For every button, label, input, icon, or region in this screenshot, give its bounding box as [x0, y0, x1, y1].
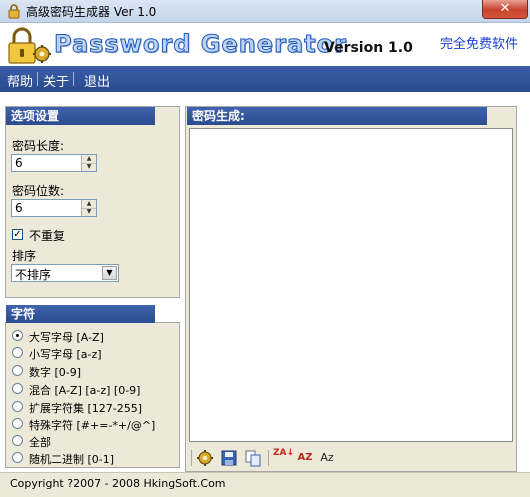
radio-label-all: 全部 [29, 436, 51, 449]
options-header: 选项设置 [6, 107, 155, 125]
no-repeat-checkbox[interactable]: ✓ [12, 229, 23, 240]
sort-select[interactable]: 不排序 ▼ [11, 264, 119, 282]
sort-az-icon[interactable]: AZ [296, 449, 314, 467]
radio-label-extended: 扩展字符集 [127-255] [29, 402, 143, 415]
stepper-buttons[interactable]: ▲ ▼ [81, 155, 96, 171]
close-button[interactable]: ✕ [482, 0, 528, 19]
generate-gear-icon[interactable] [196, 449, 214, 467]
password-length-label: 密码长度: [12, 139, 65, 153]
output-header: 密码生成: [187, 107, 487, 125]
password-output-textarea[interactable] [189, 128, 513, 442]
sort-select-value[interactable]: 不排序 [15, 266, 51, 283]
radio-lowercase[interactable] [12, 347, 23, 358]
sort-az-text[interactable]: AZ [298, 452, 313, 463]
radio-mixed[interactable] [12, 383, 23, 394]
radio-binary[interactable] [12, 452, 23, 463]
toolbar-separator [191, 450, 192, 466]
radio-label-uppercase: 大写字母 [A-Z] [29, 331, 104, 344]
sort-za-icon[interactable]: ZA↓ [273, 448, 294, 467]
radio-uppercase[interactable] [12, 330, 23, 341]
case-az-icon[interactable]: Az [318, 449, 336, 467]
charset-header: 字符 [6, 305, 155, 323]
copyright-text: Copyright ?2007 - 2008 HkingSoft.Com [10, 477, 226, 490]
window-title: 高级密码生成器 Ver 1.0 [26, 5, 157, 19]
radio-label-lowercase: 小写字母 [a-z] [29, 348, 102, 361]
toolbar-separator [268, 450, 269, 466]
case-az-text[interactable]: Az [320, 451, 333, 464]
sort-za-text[interactable]: ZA [273, 448, 287, 458]
version-label: Version 1.0 [324, 40, 413, 56]
radio-extended[interactable] [12, 401, 23, 412]
password-count-label: 密码位数: [12, 184, 65, 198]
no-repeat-label: 不重复 [29, 229, 66, 243]
menu-bar [0, 66, 530, 92]
stepper-down-icon[interactable]: ▼ [82, 163, 96, 171]
radio-label-binary: 随机二进制 [0-1] [29, 453, 115, 466]
stepper-down-icon[interactable]: ▼ [82, 208, 96, 216]
radio-digits[interactable] [12, 365, 23, 376]
radio-label-mixed: 混合 [A-Z] [a-z] [0-9] [29, 384, 141, 397]
copy-icon[interactable] [244, 449, 262, 467]
radio-label-digits: 数字 [0-9] [29, 366, 82, 379]
menu-separator [73, 72, 74, 86]
free-software-link[interactable]: 完全免费软件 [440, 33, 518, 52]
radio-all[interactable] [12, 435, 23, 446]
password-length-value[interactable]: 6 [15, 156, 23, 170]
password-count-stepper[interactable]: 6 ▲ ▼ [11, 199, 97, 217]
app-lock-icon [8, 4, 20, 19]
sort-label: 排序 [12, 249, 37, 263]
menu-about[interactable]: 关于 [43, 71, 69, 90]
menu-separator [37, 72, 38, 86]
save-icon[interactable] [220, 449, 238, 467]
radio-label-special: 特殊字符 [#+=-*+/@^] [29, 419, 156, 432]
radio-special[interactable] [12, 418, 23, 429]
brand-title: Password Generator [54, 30, 347, 59]
password-length-stepper[interactable]: 6 ▲ ▼ [11, 154, 97, 172]
menu-help[interactable]: 帮助 [7, 71, 33, 90]
menu-exit[interactable]: 退出 [84, 71, 110, 90]
password-count-value[interactable]: 6 [15, 201, 23, 215]
stepper-buttons[interactable]: ▲ ▼ [81, 200, 96, 216]
lock-gear-logo-icon [8, 27, 51, 64]
chevron-down-icon[interactable]: ▼ [102, 266, 117, 280]
